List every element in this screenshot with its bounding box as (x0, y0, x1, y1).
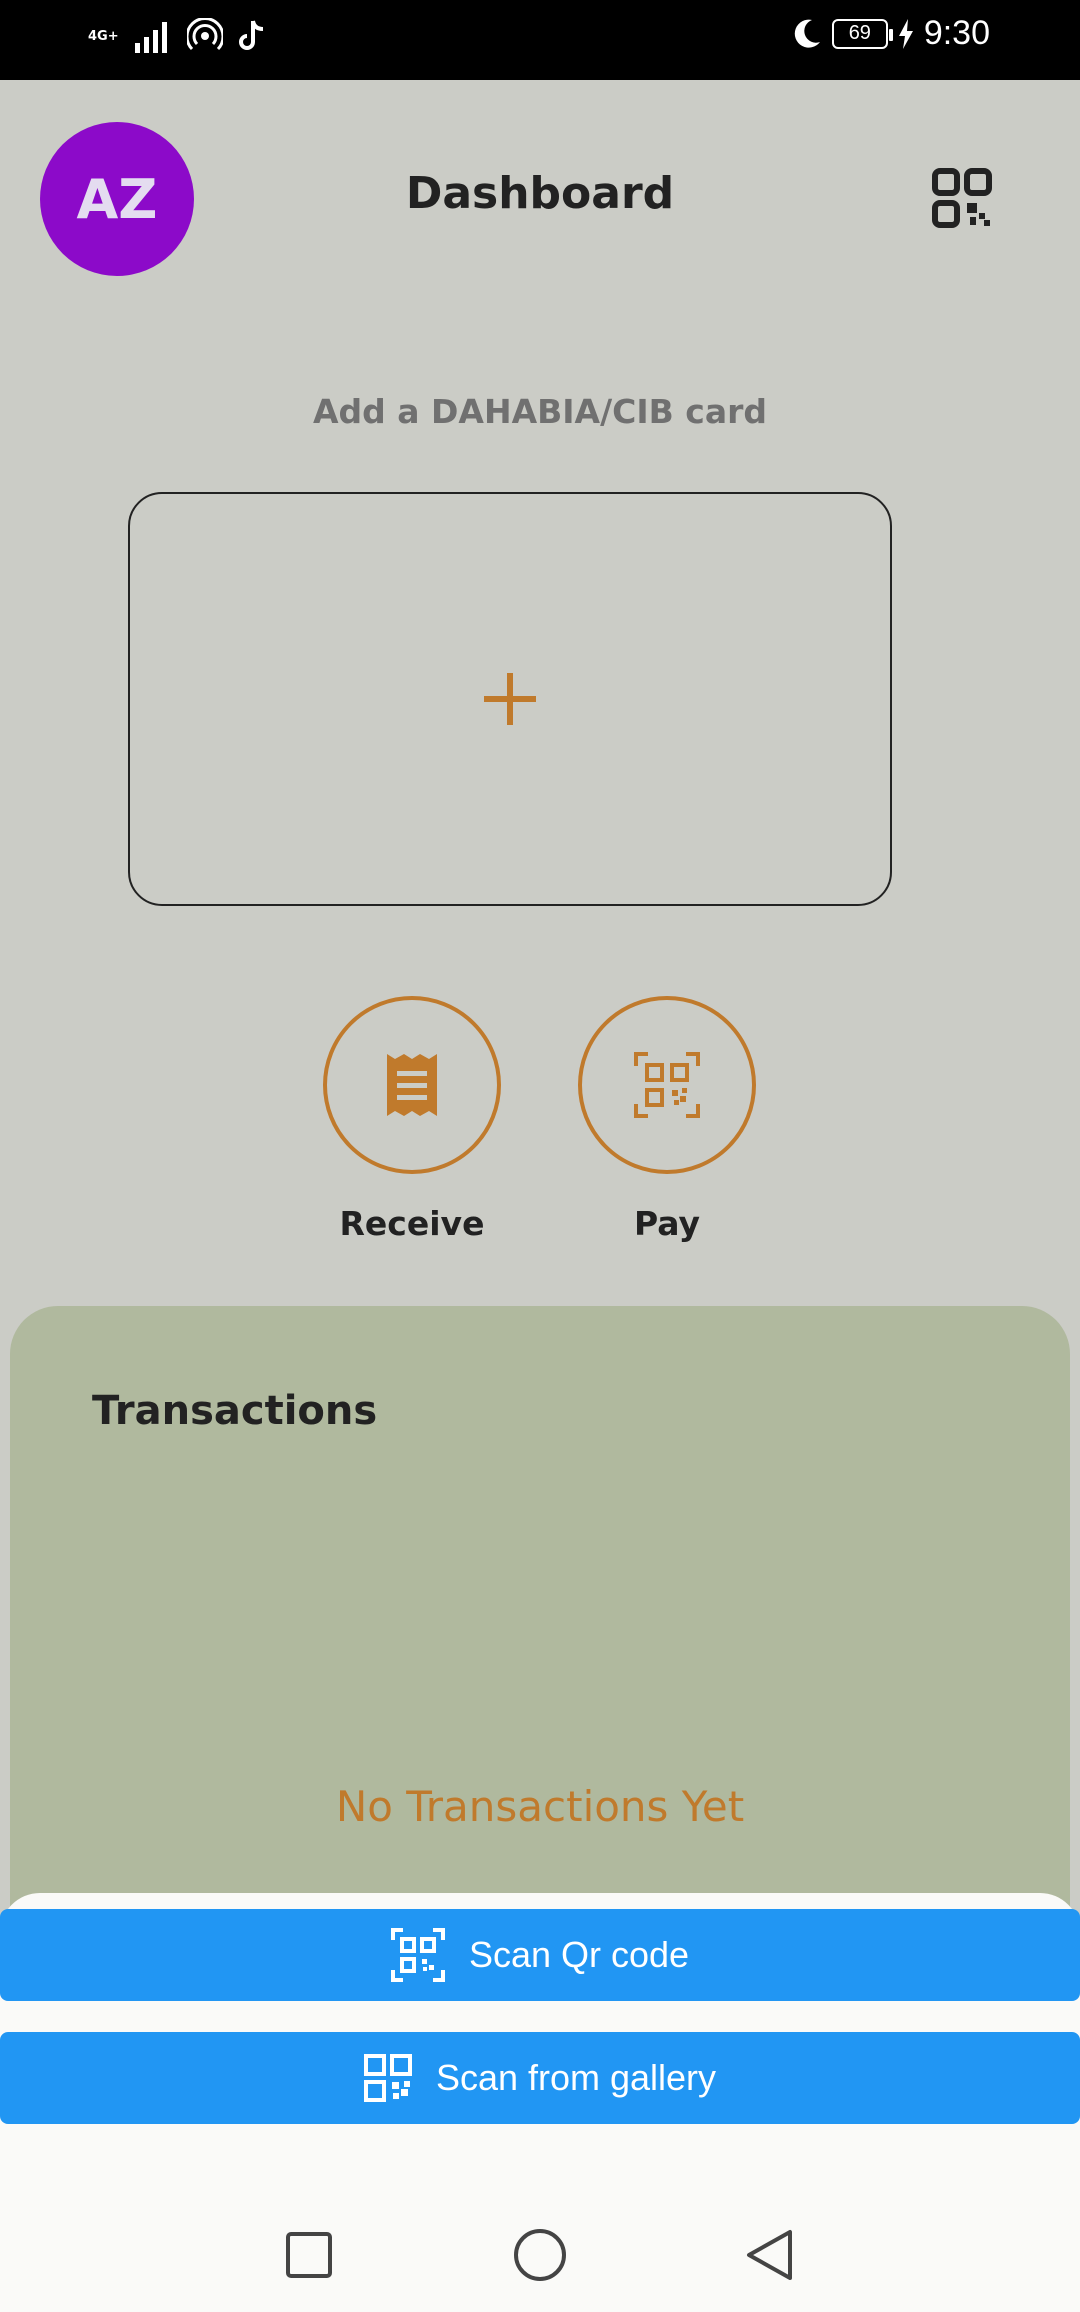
plus-icon (484, 673, 536, 725)
add-card-button[interactable] (128, 492, 892, 906)
qr-scan-icon (634, 1052, 700, 1118)
signal-icon (134, 22, 167, 53)
scan-qr-button[interactable]: Scan Qr code (0, 1909, 1080, 2001)
clock: 9:30 (923, 14, 990, 52)
moon-icon (794, 19, 820, 48)
charging-icon (898, 18, 913, 49)
hotspot-icon (186, 18, 223, 51)
pay-action[interactable]: Pay (578, 996, 756, 1243)
system-nav-bar (0, 2200, 1080, 2312)
status-bar: 4G+ 69 9:30 (0, 0, 1080, 80)
qr-scan-icon (390, 1928, 445, 1982)
page-title: Dashboard (405, 168, 675, 219)
recents-button[interactable] (274, 2220, 344, 2290)
transactions-empty-text: No Transactions Yet (335, 1782, 745, 1831)
receive-button[interactable] (323, 996, 501, 1174)
receipt-icon (387, 1054, 437, 1116)
receive-label: Receive (339, 1204, 485, 1243)
battery-level: 69 (848, 22, 871, 44)
battery-indicator: 69 (831, 18, 893, 49)
scan-gallery-label: Scan from gallery (435, 2057, 717, 2098)
home-button[interactable] (505, 2220, 575, 2290)
receive-action[interactable]: Receive (323, 996, 501, 1243)
square-icon (286, 2232, 332, 2278)
qr-code-icon (363, 2054, 412, 2102)
transactions-title: Transactions (92, 1388, 378, 1434)
circle-icon (514, 2229, 566, 2281)
qr-code-icon (932, 168, 992, 228)
status-left: 4G+ (88, 18, 267, 54)
pay-label: Pay (633, 1204, 701, 1243)
triangle-back-icon (747, 2230, 792, 2280)
scan-gallery-button[interactable]: Scan from gallery (0, 2032, 1080, 2124)
add-card-label: Add a DAHABIA/CIB card (312, 392, 767, 431)
qr-code-button[interactable] (932, 168, 992, 228)
scan-qr-label: Scan Qr code (468, 1934, 690, 1975)
back-button[interactable] (734, 2220, 804, 2290)
tiktok-icon (238, 20, 263, 50)
status-right: 69 9:30 (792, 14, 990, 53)
pay-button[interactable] (578, 996, 756, 1174)
network-type: 4G+ (88, 28, 119, 44)
